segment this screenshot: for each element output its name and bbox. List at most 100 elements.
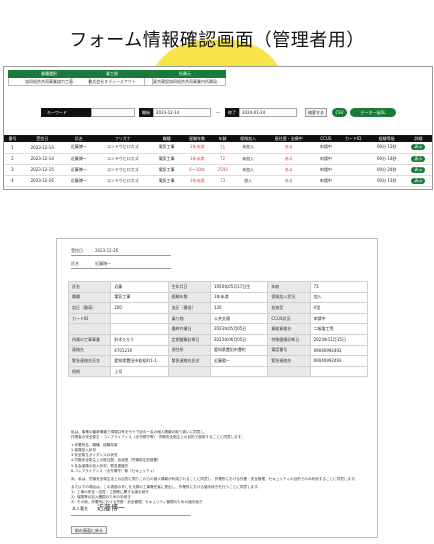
detail-key: 乗り物: [167, 312, 211, 325]
detail-key: 所属の工事事業: [67, 333, 112, 346]
detail-key: 最終作業日: [167, 323, 211, 335]
detail-key: 年齢: [267, 281, 311, 293]
detail-row: カードID 乗り物 公共交通 CCUS状況 申請中: [67, 312, 369, 325]
detail-key: 緊急連絡先氏名: [167, 355, 211, 367]
column-header[interactable]: CCUS: [314, 135, 338, 142]
category-group-3[interactable]: 所属元 東京建設協同組合共同事業内所属局: [144, 70, 226, 86]
cell-ccus: 申請中: [314, 142, 338, 154]
detail-table: 氏名 近藤 生年月日 1950年05月17日生 年齢 73 職種 電気工事 経験年数 1年未満 保険…: [67, 281, 369, 378]
start-date-label: 開始: [139, 108, 153, 117]
signature-name: 近藤博一: [97, 504, 125, 512]
category-group-2[interactable]: 業工務 株式会社オディーズアウト: [71, 70, 153, 86]
detail-value: 2023年06月05日: [209, 333, 269, 346]
bulk-download-button[interactable]: データ一括DL: [350, 108, 396, 117]
table-row[interactable]: 2 2023-12-14 近藤博一 コンドウヒロカズ 電気工事 1年未満 72 未加入 ある 申請…: [4, 153, 432, 165]
detail-row: 最終作業日 2023年05月05日 業務資格名 二級電工等: [67, 323, 369, 335]
detail-value: 近藤: [110, 281, 169, 293]
column-header[interactable]: 年齢: [212, 135, 233, 142]
detail-value: 4701219: [110, 344, 169, 357]
show-detail-button[interactable]: 表示: [411, 177, 426, 184]
csv-button[interactable]: CSV: [332, 108, 347, 117]
detail-key: 現住所: [167, 344, 211, 357]
column-header[interactable]: 保険加入: [232, 135, 264, 142]
cell-grade: 00分 14秒: [368, 153, 405, 165]
cell-date: 2023-12-14: [20, 153, 64, 165]
keyword-label: キーワード: [41, 108, 91, 117]
cell-exp: 6～10年: [181, 164, 213, 176]
cell-name: 近藤博一: [63, 164, 95, 176]
cell-grade: 00分 24秒: [368, 164, 405, 176]
end-date-input[interactable]: 2024-01-24: [239, 108, 297, 117]
show-detail-button[interactable]: 表示: [411, 155, 426, 162]
table-row[interactable]: 3 2023-12-15 近藤博一 コンドウヒロカズ 電気工事 6～10年 2593 未加入あ…: [4, 164, 432, 176]
detail-key: 経験年数: [167, 291, 211, 304]
list-panel: 業種選択 協同組合共同事業協力工事 業工務 株式会社オディーズアウト 所属元 東…: [3, 66, 433, 190]
cell-history: ある: [263, 175, 315, 187]
cell-job: 電気工事: [151, 175, 182, 187]
category-sub: 株式会社オディーズアウト: [71, 78, 153, 86]
cell-date: 2023-12-26: [20, 175, 64, 187]
detail-key: [167, 365, 211, 378]
cell-exp: 1年未満: [181, 142, 213, 154]
detail-row: 氏名 近藤 生年月日 1950年05月17日生 年齢 73: [67, 281, 369, 293]
show-detail-button[interactable]: 表示: [411, 166, 426, 173]
detail-row: 続柄 上司: [67, 365, 369, 378]
cell-age: 73: [212, 175, 233, 187]
search-button[interactable]: 検索する: [305, 108, 327, 117]
cell-ins: 未加入: [232, 153, 264, 165]
keyword-input[interactable]: [91, 108, 135, 117]
name-label: 氏名: [71, 261, 79, 266]
filter-bar: キーワード 開始 2023-12-14 ～ 終了 2024-01-24 検索する…: [37, 108, 430, 117]
cell-detail: 表示: [404, 175, 432, 187]
detail-value: 120: [209, 302, 269, 314]
detail-key: 生年月日: [167, 281, 211, 293]
cell-card: [337, 175, 369, 187]
end-date-label: 終了: [225, 108, 239, 117]
column-header[interactable]: 経験年数: [181, 135, 213, 142]
column-header[interactable]: 氏名: [63, 135, 95, 142]
detail-document: 受信日 2023-12-26 氏名 近藤博一 氏名 近藤 生年月日 1950年05月1…: [56, 238, 378, 538]
cell-no: 1: [4, 142, 21, 154]
cell-exp: 1年未満: [181, 175, 213, 187]
column-header[interactable]: 詳細: [404, 135, 432, 142]
cell-grade: 00分 13秒: [368, 142, 405, 154]
cell-no: 2: [4, 153, 21, 165]
cell-kana: コンドウヒロカズ: [94, 175, 152, 187]
detail-key: 血液型: [267, 302, 311, 314]
detail-value: 1年未満: [209, 291, 269, 304]
cell-card: [337, 164, 369, 176]
cell-job: 電気工事: [151, 142, 182, 154]
column-header[interactable]: 受信日: [20, 135, 64, 142]
detail-key: 血圧（最低）: [167, 302, 211, 314]
show-detail-button[interactable]: 表示: [411, 144, 426, 151]
detail-value: A型: [309, 302, 369, 314]
page-title: フォーム情報確認画面（管理者用）: [69, 30, 365, 51]
column-header[interactable]: 経験等級: [368, 135, 405, 142]
date-range-dash: ～: [216, 110, 220, 115]
cell-no: 3: [4, 164, 21, 176]
category-head: 所属元: [144, 70, 226, 78]
cell-card: [337, 142, 369, 154]
column-header[interactable]: カードID: [337, 135, 369, 142]
detail-value: 2023年11月15日: [309, 333, 369, 346]
detail-row: 血圧（最高） 200 血圧（最低） 120 血液型 A型: [67, 302, 369, 314]
cell-age: 2593: [212, 164, 233, 176]
table-row[interactable]: 4 2023-12-26 近藤博一 コンドウヒロカズ 電気工事 1年未満 73 加入 ある 申請中…: [4, 175, 432, 187]
cell-history: ある: [263, 164, 315, 176]
column-header[interactable]: 番号: [4, 135, 21, 142]
cell-name: 近藤博一: [63, 142, 95, 154]
received-value: 2023-12-26: [95, 248, 119, 253]
detail-value: [110, 312, 169, 325]
start-date-input[interactable]: 2023-12-14: [153, 108, 211, 117]
cell-ccus: 申請中: [314, 153, 338, 165]
cell-kana: コンドウヒロカズ: [94, 153, 152, 165]
detail-row: 緊急連絡先氏名 愛知県豊田市若松町1-1 緊急連絡先氏名 近藤陽一 緊急連絡先 09040…: [67, 355, 369, 367]
detail-key: 保険加入状況: [267, 291, 311, 304]
detail-key: CCUS状況: [267, 312, 311, 325]
table-row[interactable]: 1 2023-12-14 近藤博一 コンドウヒロカズ 電気工事 1年未満 71 未加入 ある 申請…: [4, 142, 432, 154]
column-header[interactable]: 既往歴・治療中: [263, 135, 315, 142]
column-header[interactable]: フリガナ: [94, 135, 152, 142]
back-button[interactable]: 前の画面に戻る: [71, 526, 107, 534]
column-header[interactable]: 職種: [151, 135, 182, 142]
detail-value: 09040992492: [309, 344, 369, 357]
